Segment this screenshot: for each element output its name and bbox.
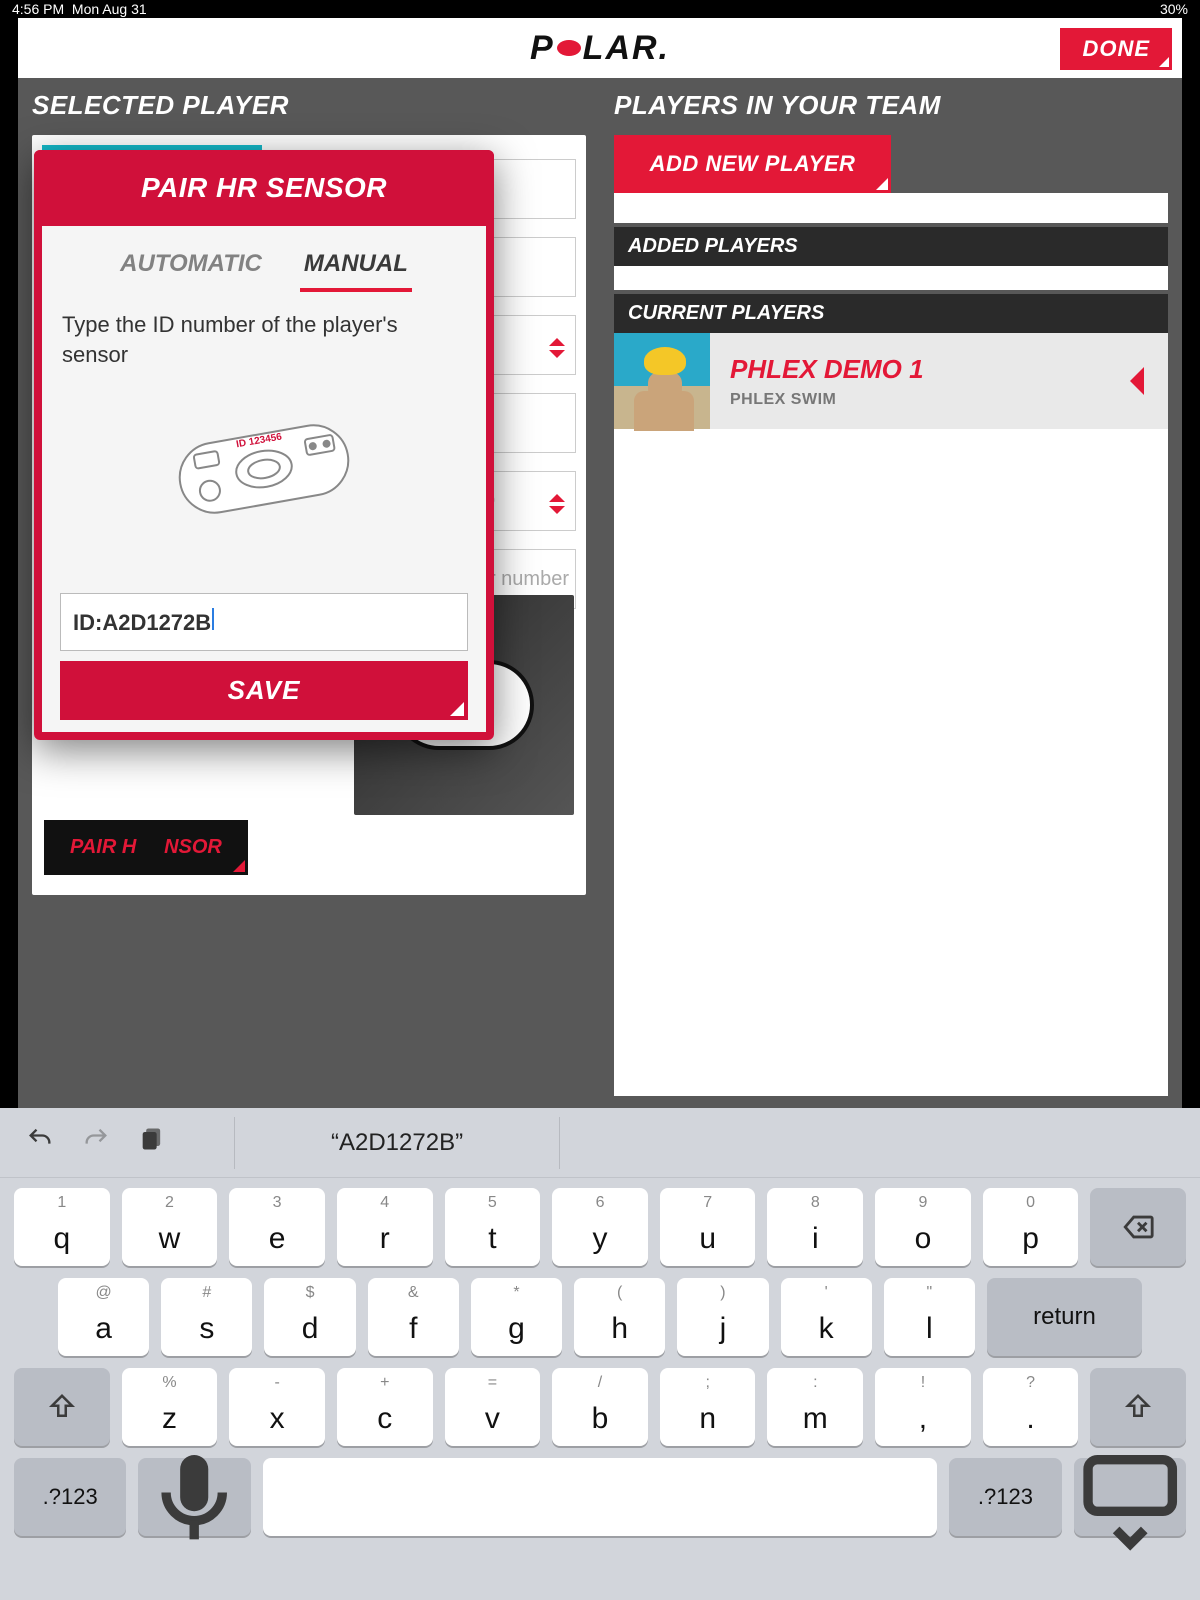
key-backspace[interactable] bbox=[1090, 1188, 1186, 1266]
player-team: PHLEX SWIM bbox=[730, 391, 1116, 409]
key-z[interactable]: %z bbox=[122, 1368, 218, 1446]
empty-area bbox=[614, 429, 1168, 1096]
keyboard-row-1: 1q2w3e4r5t6y7u8i9o0p bbox=[14, 1188, 1186, 1266]
on-screen-keyboard: “A2D1272B” 1q2w3e4r5t6y7u8i9o0p @a#s$d&f… bbox=[0, 1108, 1200, 1600]
key-f[interactable]: &f bbox=[368, 1278, 459, 1356]
team-players-title: PLAYERS IN YOUR TEAM bbox=[614, 90, 1168, 121]
keyboard-row-4: .?123 .?123 bbox=[14, 1458, 1186, 1536]
sensor-id-value: ID:A2D1272B bbox=[73, 610, 211, 635]
key-return[interactable]: return bbox=[987, 1278, 1142, 1356]
key-m[interactable]: :m bbox=[767, 1368, 863, 1446]
key-o[interactable]: 9o bbox=[875, 1188, 971, 1266]
player-row[interactable]: PHLEX DEMO 1 PHLEX SWIM bbox=[614, 333, 1168, 429]
added-players-header: ADDED PLAYERS bbox=[614, 227, 1168, 266]
key-shift-left[interactable] bbox=[14, 1368, 110, 1446]
sort-down-icon[interactable] bbox=[549, 506, 565, 522]
keyboard-row-3: %z-x+c=v/b;n:m!,?. bbox=[14, 1368, 1186, 1446]
status-bar: 4:56 PM Mon Aug 31 30% bbox=[0, 0, 1200, 18]
modal-tabs: AUTOMATIC MANUAL bbox=[60, 244, 468, 292]
key-c[interactable]: +c bbox=[337, 1368, 433, 1446]
key-e[interactable]: 3e bbox=[229, 1188, 325, 1266]
key-u[interactable]: 7u bbox=[660, 1188, 756, 1266]
team-players-column: PLAYERS IN YOUR TEAM ADD NEW PLAYER ADDE… bbox=[600, 78, 1182, 1108]
key-p[interactable]: 0p bbox=[983, 1188, 1079, 1266]
key-,[interactable]: !, bbox=[875, 1368, 971, 1446]
key-y[interactable]: 6y bbox=[552, 1188, 648, 1266]
key-numbers[interactable]: .?123 bbox=[14, 1458, 126, 1536]
chevron-left-icon[interactable] bbox=[1116, 367, 1144, 395]
key-q[interactable]: 1q bbox=[14, 1188, 110, 1266]
status-time: 4:56 PM bbox=[12, 1, 64, 17]
pair-hr-sensor-modal: PAIR HR SENSOR AUTOMATIC MANUAL Type the… bbox=[34, 150, 494, 740]
status-date: Mon Aug 31 bbox=[72, 1, 147, 17]
status-battery: 30% bbox=[1160, 1, 1188, 17]
key-.[interactable]: ?. bbox=[983, 1368, 1079, 1446]
key-g[interactable]: *g bbox=[471, 1278, 562, 1356]
add-new-player-button[interactable]: ADD NEW PLAYER bbox=[614, 135, 891, 193]
app-header: P LAR. DONE bbox=[18, 18, 1182, 78]
brand-logo: P LAR. bbox=[530, 29, 670, 68]
key-h[interactable]: (h bbox=[574, 1278, 665, 1356]
key-d[interactable]: $d bbox=[264, 1278, 355, 1356]
done-button[interactable]: DONE bbox=[1060, 28, 1172, 70]
key-j[interactable]: )j bbox=[677, 1278, 768, 1356]
player-name: PHLEX DEMO 1 bbox=[730, 354, 1116, 385]
key-s[interactable]: #s bbox=[161, 1278, 252, 1356]
sensor-illustration: ID 123456 bbox=[60, 379, 468, 559]
key-i[interactable]: 8i bbox=[767, 1188, 863, 1266]
sort-down-icon[interactable] bbox=[549, 350, 565, 366]
key-b[interactable]: /b bbox=[552, 1368, 648, 1446]
spacer bbox=[614, 266, 1168, 290]
tab-manual[interactable]: MANUAL bbox=[300, 244, 412, 292]
key-numbers-right[interactable]: .?123 bbox=[949, 1458, 1061, 1536]
player-avatar bbox=[614, 333, 710, 429]
sensor-id-input[interactable]: ID:A2D1272B bbox=[60, 593, 468, 651]
key-mic[interactable] bbox=[138, 1458, 250, 1536]
key-l[interactable]: "l bbox=[884, 1278, 975, 1356]
key-x[interactable]: -x bbox=[229, 1368, 325, 1446]
key-shift-right[interactable] bbox=[1090, 1368, 1186, 1446]
modal-hint: Type the ID number of the player's senso… bbox=[62, 310, 466, 369]
current-players-header: CURRENT PLAYERS bbox=[614, 294, 1168, 333]
keyboard-toolbar: “A2D1272B” bbox=[0, 1108, 1200, 1178]
tab-automatic[interactable]: AUTOMATIC bbox=[116, 244, 266, 292]
key-w[interactable]: 2w bbox=[122, 1188, 218, 1266]
key-a[interactable]: @a bbox=[58, 1278, 149, 1356]
selected-player-title: SELECTED PLAYER bbox=[32, 90, 586, 121]
undo-icon[interactable] bbox=[26, 1125, 54, 1160]
key-v[interactable]: =v bbox=[445, 1368, 541, 1446]
key-dismiss-keyboard[interactable] bbox=[1074, 1458, 1186, 1536]
key-k[interactable]: 'k bbox=[781, 1278, 872, 1356]
key-space[interactable] bbox=[263, 1458, 937, 1536]
pair-hr-sensor-button[interactable]: PAIR H NSOR bbox=[44, 820, 248, 875]
sort-up-icon[interactable] bbox=[549, 330, 565, 346]
sort-up-icon[interactable] bbox=[549, 486, 565, 502]
clipboard-icon[interactable] bbox=[138, 1125, 166, 1160]
brand-dot-icon bbox=[557, 40, 581, 56]
brand-left: P bbox=[530, 29, 555, 68]
redo-icon[interactable] bbox=[82, 1125, 110, 1160]
brand-right: LAR. bbox=[583, 29, 670, 68]
key-t[interactable]: 5t bbox=[445, 1188, 541, 1266]
key-n[interactable]: ;n bbox=[660, 1368, 756, 1446]
keyboard-row-2: @a#s$d&f*g(h)j'k"lreturn bbox=[14, 1278, 1186, 1356]
spacer bbox=[614, 193, 1168, 223]
save-button[interactable]: SAVE bbox=[60, 661, 468, 720]
keyboard-suggestion[interactable]: “A2D1272B” bbox=[234, 1117, 560, 1169]
modal-title: PAIR HR SENSOR bbox=[34, 150, 494, 226]
key-r[interactable]: 4r bbox=[337, 1188, 433, 1266]
